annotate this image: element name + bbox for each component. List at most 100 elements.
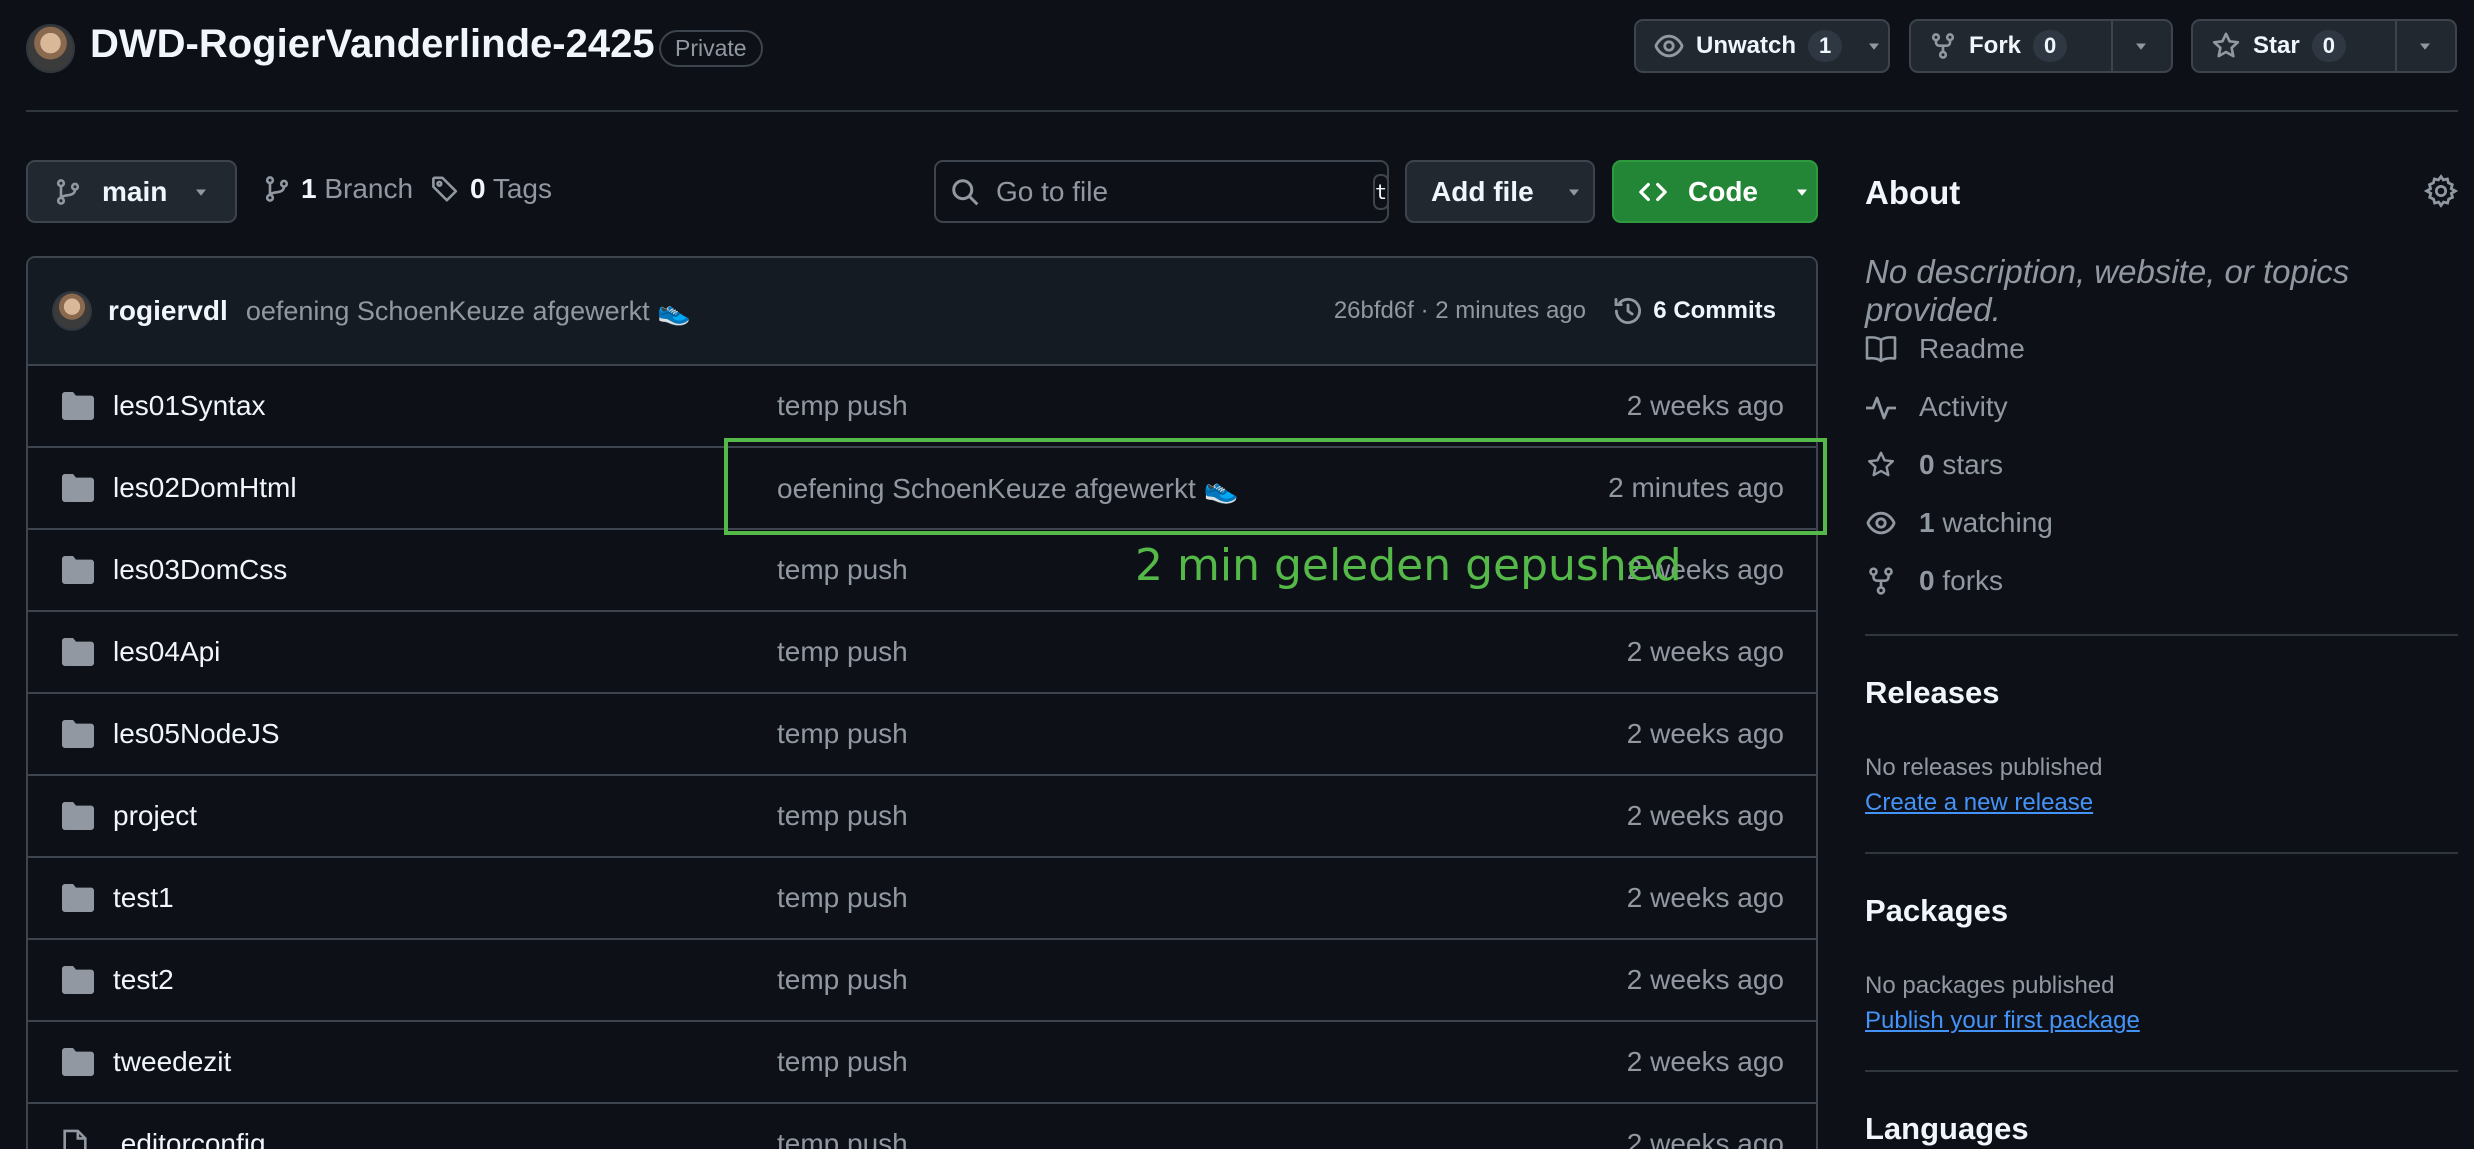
chevron-down-icon bbox=[1564, 182, 1584, 202]
file-commit-message[interactable]: temp push bbox=[777, 964, 908, 996]
file-commit-age: 2 weeks ago bbox=[1626, 1046, 1784, 1077]
languages-heading: Languages bbox=[1865, 1111, 2029, 1146]
unwatch-button[interactable]: Unwatch 1 bbox=[1636, 21, 1860, 71]
file-commit-message[interactable]: temp push bbox=[777, 1046, 908, 1078]
file-commit-age: 2 weeks ago bbox=[1626, 964, 1784, 995]
file-commit-age: 2 weeks ago bbox=[1626, 1128, 1784, 1149]
activity-link[interactable]: Activity bbox=[1865, 391, 2008, 423]
file-commit-message[interactable]: temp push bbox=[777, 1128, 908, 1149]
code-icon bbox=[1638, 177, 1668, 207]
file-row[interactable]: .editorconfig temp push 2 weeks ago bbox=[28, 1104, 1816, 1149]
star-dropdown[interactable] bbox=[2395, 21, 2453, 71]
folder-icon bbox=[62, 966, 94, 994]
fork-icon bbox=[1929, 32, 1957, 60]
commits-link[interactable]: 6 Commits bbox=[1613, 296, 1776, 326]
packages-heading[interactable]: Packages bbox=[1865, 893, 2008, 929]
forks-link[interactable]: 0 forks bbox=[1865, 565, 2003, 597]
branch-icon bbox=[263, 175, 291, 203]
file-name[interactable]: test2 bbox=[113, 964, 174, 996]
stars-label: stars bbox=[1942, 449, 2004, 480]
commit-sha-time[interactable]: 26bfd6f · 2 minutes ago bbox=[1334, 297, 1586, 325]
file-commit-age: 2 weeks ago bbox=[1626, 800, 1784, 831]
create-release-link[interactable]: Create a new release bbox=[1865, 789, 2093, 817]
file-commit-age: 2 weeks ago bbox=[1626, 390, 1784, 421]
file-name[interactable]: les04Api bbox=[113, 636, 220, 668]
fork-icon bbox=[1865, 566, 1897, 596]
eye-icon bbox=[1654, 31, 1684, 61]
header-divider bbox=[26, 110, 2458, 112]
star-icon bbox=[2211, 31, 2241, 61]
visibility-badge: Private bbox=[659, 30, 763, 67]
search-icon bbox=[950, 177, 980, 207]
owner-avatar[interactable] bbox=[26, 24, 75, 73]
annotation-text: 2 min geleden gepushed bbox=[1135, 540, 1682, 591]
releases-heading[interactable]: Releases bbox=[1865, 675, 1999, 711]
star-counter: 0 bbox=[2311, 30, 2346, 62]
file-row[interactable]: les01Syntax temp push 2 weeks ago bbox=[28, 366, 1816, 448]
file-row[interactable]: test2 temp push 2 weeks ago bbox=[28, 940, 1816, 1022]
watching-label: watching bbox=[1942, 507, 2053, 538]
publish-package-link[interactable]: Publish your first package bbox=[1865, 1007, 2140, 1035]
commits-label: 6 Commits bbox=[1653, 297, 1776, 324]
readme-link[interactable]: Readme bbox=[1865, 333, 2025, 365]
branch-selector[interactable]: main bbox=[26, 160, 237, 223]
folder-icon bbox=[62, 720, 94, 748]
folder-icon bbox=[62, 556, 94, 584]
author-avatar[interactable] bbox=[52, 291, 92, 331]
file-name[interactable]: les03DomCss bbox=[113, 554, 287, 586]
file-commit-message[interactable]: temp push bbox=[777, 554, 908, 586]
folder-icon bbox=[62, 638, 94, 666]
file-row[interactable]: les04Api temp push 2 weeks ago bbox=[28, 612, 1816, 694]
file-row[interactable]: test1 temp push 2 weeks ago bbox=[28, 858, 1816, 940]
chevron-down-icon bbox=[1792, 182, 1812, 202]
stars-link[interactable]: 0 stars bbox=[1865, 449, 2003, 481]
file-row[interactable]: les05NodeJS temp push 2 weeks ago bbox=[28, 694, 1816, 776]
add-file-label: Add file bbox=[1431, 175, 1534, 207]
tags-link[interactable]: 0 Tags bbox=[430, 173, 552, 205]
commit-message[interactable]: oefening SchoenKeuze afgewerkt 👟 bbox=[246, 295, 691, 327]
file-commit-message[interactable]: temp push bbox=[777, 882, 908, 914]
chevron-down-icon bbox=[2131, 36, 2151, 56]
watch-counter: 1 bbox=[1808, 30, 1843, 62]
repo-title[interactable]: DWD-RogierVanderlinde-2425 bbox=[90, 22, 655, 67]
fork-button-group: Fork 0 bbox=[1909, 19, 2173, 73]
file-commit-message[interactable]: temp push bbox=[777, 636, 908, 668]
fork-dropdown[interactable] bbox=[2111, 21, 2169, 71]
folder-icon bbox=[62, 802, 94, 830]
fork-button[interactable]: Fork 0 bbox=[1911, 21, 2111, 71]
folder-icon bbox=[62, 884, 94, 912]
gear-icon[interactable] bbox=[2424, 174, 2458, 208]
commit-author[interactable]: rogiervdl bbox=[108, 295, 228, 327]
file-commit-message[interactable]: temp push bbox=[777, 390, 908, 422]
sidebar-divider bbox=[1865, 1070, 2458, 1072]
add-file-button[interactable]: Add file bbox=[1405, 160, 1595, 223]
sidebar-divider bbox=[1865, 852, 2458, 854]
file-name[interactable]: test1 bbox=[113, 882, 174, 914]
branches-count: 1 bbox=[301, 173, 317, 204]
readme-label: Readme bbox=[1919, 333, 2025, 364]
file-name[interactable]: les02DomHtml bbox=[113, 472, 297, 504]
forks-count: 0 bbox=[1919, 565, 1935, 596]
file-row[interactable]: project temp push 2 weeks ago bbox=[28, 776, 1816, 858]
file-commit-message[interactable]: temp push bbox=[777, 800, 908, 832]
search-input[interactable] bbox=[996, 175, 1357, 208]
file-commit-age: 2 weeks ago bbox=[1626, 882, 1784, 913]
file-name[interactable]: les05NodeJS bbox=[113, 718, 280, 750]
star-button[interactable]: Star 0 bbox=[2193, 21, 2395, 71]
packages-empty-text: No packages published bbox=[1865, 972, 2115, 999]
forks-label: forks bbox=[1942, 565, 2004, 596]
file-name[interactable]: tweedezit bbox=[113, 1046, 231, 1078]
keyboard-shortcut-hint: t bbox=[1373, 173, 1390, 210]
code-button[interactable]: Code bbox=[1612, 160, 1818, 223]
branches-link[interactable]: 1 Branch bbox=[263, 173, 413, 205]
file-name[interactable]: .editorconfig bbox=[113, 1128, 266, 1149]
chevron-down-icon[interactable] bbox=[1864, 36, 1884, 56]
file-row[interactable]: tweedezit temp push 2 weeks ago bbox=[28, 1022, 1816, 1104]
file-name[interactable]: project bbox=[113, 800, 197, 832]
watching-link[interactable]: 1 watching bbox=[1865, 507, 2053, 539]
folder-icon bbox=[62, 1048, 94, 1076]
file-commit-message[interactable]: temp push bbox=[777, 718, 908, 750]
file-table: rogiervdl oefening SchoenKeuze afgewerkt… bbox=[26, 256, 1818, 1149]
file-name[interactable]: les01Syntax bbox=[113, 390, 266, 422]
tag-icon bbox=[430, 174, 460, 204]
